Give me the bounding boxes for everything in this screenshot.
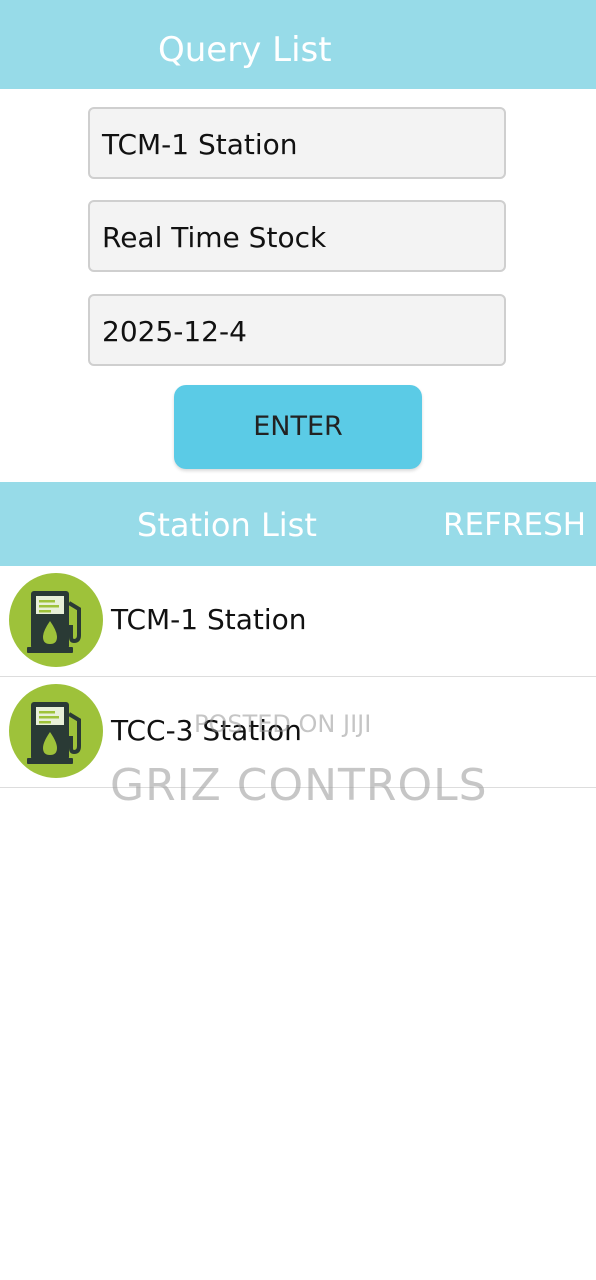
report-type-select[interactable]: Real Time Stock: [88, 200, 506, 272]
station-list-item[interactable]: TCC-3 Station: [0, 677, 596, 788]
report-type-select-value: Real Time Stock: [102, 221, 327, 254]
station-name: TCC-3 Station: [111, 714, 302, 747]
station-list-title: Station List: [137, 506, 317, 544]
enter-button-label: ENTER: [253, 411, 343, 442]
station-list-header: Station List REFRESH: [0, 482, 596, 566]
station-select[interactable]: TCM-1 Station: [88, 107, 506, 179]
date-field[interactable]: 2025-12-4: [88, 294, 506, 366]
date-field-value: 2025-12-4: [102, 315, 247, 348]
station-list-item[interactable]: TCM-1 Station: [0, 566, 596, 677]
station-name: TCM-1 Station: [111, 603, 307, 636]
page-title: Query List: [158, 30, 332, 70]
query-list-header: Query List: [0, 0, 596, 89]
refresh-button[interactable]: REFRESH: [443, 506, 586, 544]
fuel-pump-icon: [9, 684, 103, 778]
station-select-value: TCM-1 Station: [102, 128, 298, 161]
fuel-pump-icon: [9, 573, 103, 667]
enter-button[interactable]: ENTER: [174, 385, 422, 469]
